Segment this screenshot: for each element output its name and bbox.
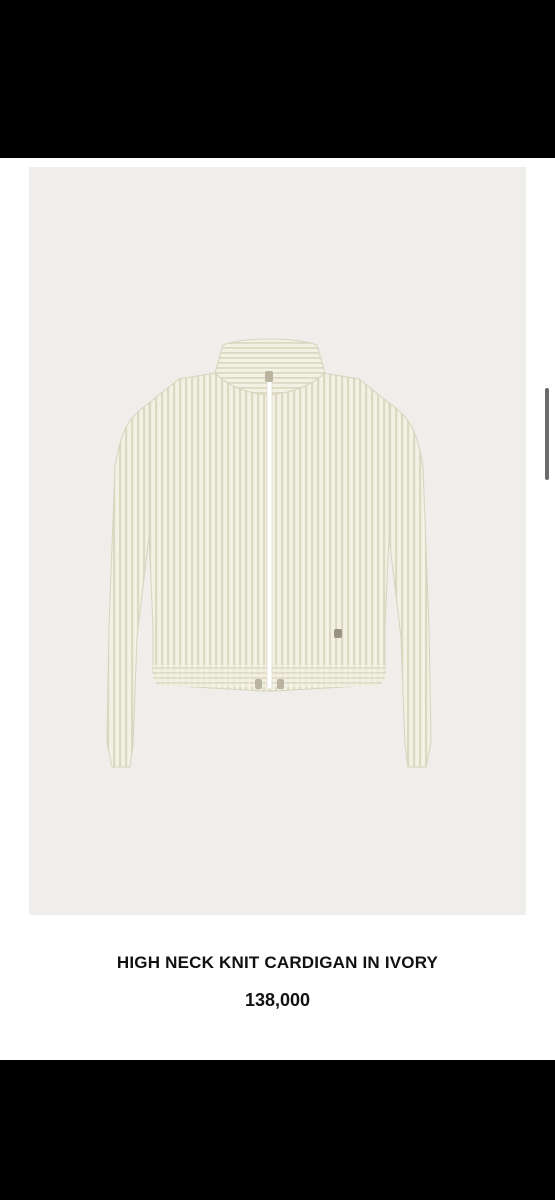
- product-price: 138,000: [244, 990, 311, 1010]
- product-image[interactable]: [29, 167, 526, 915]
- product-detail: HIGH NECK KNIT CARDIGAN IN IVORY 138,000: [0, 158, 555, 1060]
- product-title[interactable]: HIGH NECK KNIT CARDIGAN IN IVORY: [0, 953, 555, 973]
- scrollbar[interactable]: [545, 388, 549, 480]
- bottom-black-bar: [0, 1060, 555, 1200]
- cardigan-illustration: [106, 338, 432, 768]
- top-black-bar: [0, 0, 555, 158]
